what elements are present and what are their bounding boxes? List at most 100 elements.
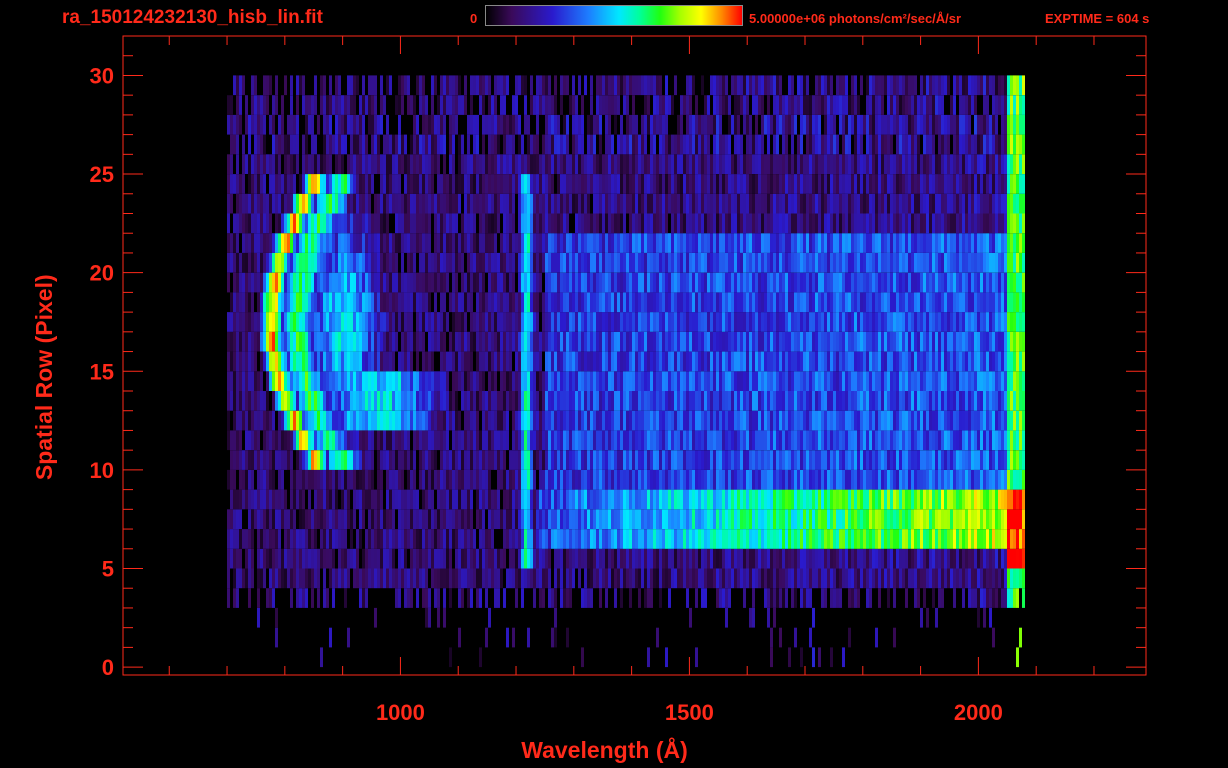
heatmap-cell	[800, 391, 803, 411]
heatmap-cell	[584, 509, 587, 529]
heatmap-cell	[518, 331, 521, 352]
heatmap-cell	[260, 489, 263, 510]
heatmap-cell	[779, 509, 782, 529]
heatmap-cell	[959, 509, 962, 529]
heatmap-cell	[947, 450, 950, 470]
heatmap-cell	[434, 233, 437, 253]
heatmap-cell	[929, 371, 932, 391]
heatmap-cell	[263, 410, 266, 431]
heatmap-cell	[335, 529, 338, 549]
heatmap-cell	[497, 430, 500, 451]
heatmap-cell	[374, 351, 377, 372]
heatmap-cell	[593, 529, 596, 549]
heatmap-cell	[641, 450, 644, 470]
heatmap-cell	[617, 469, 620, 490]
heatmap-cell	[926, 469, 929, 490]
heatmap-cell	[227, 391, 230, 411]
heatmap-cell	[599, 252, 602, 273]
heatmap-cell	[485, 292, 488, 313]
heatmap-cell	[674, 331, 677, 352]
heatmap-cell	[443, 312, 446, 332]
heatmap-cell	[800, 430, 803, 451]
heatmap-cell	[467, 292, 470, 313]
heatmap-cell	[350, 391, 353, 411]
heatmap-cell	[542, 233, 545, 253]
heatmap-cell	[695, 331, 698, 352]
heatmap-cell	[806, 371, 809, 391]
heatmap-cell	[776, 489, 779, 510]
heatmap-cell	[305, 450, 308, 470]
heatmap-cell	[665, 548, 668, 569]
heatmap-cell	[365, 391, 368, 411]
heatmap-cell	[692, 568, 695, 589]
heatmap-cell	[830, 430, 833, 451]
heatmap-cell	[590, 213, 593, 234]
heatmap-cell	[1022, 568, 1025, 589]
heatmap-cell	[842, 450, 845, 470]
heatmap-cell	[926, 529, 929, 549]
heatmap-cell	[515, 292, 518, 313]
heatmap-cell	[554, 529, 557, 549]
heatmap-cell	[287, 509, 290, 529]
heatmap-cell	[764, 529, 767, 549]
heatmap-cell	[869, 391, 872, 411]
heatmap-cell	[308, 371, 311, 391]
heatmap-cell	[728, 272, 731, 293]
heatmap-cell	[518, 489, 521, 510]
heatmap-cell	[878, 430, 881, 451]
heatmap-cell	[914, 371, 917, 391]
heatmap-cell	[416, 213, 419, 234]
heatmap-cell	[779, 331, 782, 352]
heatmap-cell	[779, 233, 782, 253]
heatmap-cell	[821, 509, 824, 529]
heatmap-cell	[854, 548, 857, 569]
heatmap-cell	[782, 252, 785, 273]
heatmap-cell	[599, 391, 602, 411]
heatmap-cell	[755, 529, 758, 549]
heatmap-cell	[791, 568, 794, 589]
heatmap-cell	[845, 391, 848, 411]
heatmap-cell	[746, 371, 749, 391]
heatmap-cell	[365, 450, 368, 470]
heatmap-cell	[395, 430, 398, 451]
heatmap-cell	[788, 529, 791, 549]
heatmap-cell	[710, 529, 713, 549]
heatmap-cell	[608, 292, 611, 313]
heatmap-cell	[866, 331, 869, 352]
heatmap-cell	[719, 450, 722, 470]
heatmap-cell	[578, 292, 581, 313]
heatmap-cell	[689, 469, 692, 490]
heatmap-cell	[857, 371, 860, 391]
heatmap-cell	[638, 489, 641, 510]
heatmap-cell	[914, 548, 917, 569]
heatmap-cell	[425, 450, 428, 470]
heatmap-cell	[776, 312, 779, 332]
heatmap-cell	[770, 509, 773, 529]
heatmap-cell	[503, 469, 506, 490]
heatmap-cell	[722, 252, 725, 273]
heatmap-cell	[671, 272, 674, 293]
heatmap-cell	[299, 331, 302, 352]
heatmap-cell	[944, 371, 947, 391]
heatmap-cell	[356, 252, 359, 273]
heatmap-cell	[359, 272, 362, 293]
heatmap-cell	[917, 233, 920, 253]
heatmap-cell	[509, 489, 512, 510]
heatmap-cell	[749, 331, 752, 352]
heatmap-cell	[713, 489, 716, 510]
heatmap-cell	[872, 292, 875, 313]
heatmap-cell	[563, 469, 566, 490]
heatmap-cell	[767, 548, 770, 569]
heatmap-cell	[284, 391, 287, 411]
heatmap-cell	[1022, 371, 1025, 391]
heatmap-cell	[809, 509, 812, 529]
heatmap-cell	[422, 529, 425, 549]
heatmap-cell	[386, 292, 389, 313]
heatmap-cell	[290, 292, 293, 313]
heatmap-cell	[950, 292, 953, 313]
heatmap-cell	[629, 292, 632, 313]
heatmap-cell	[398, 410, 401, 431]
heatmap-cell	[719, 489, 722, 510]
heatmap-cell	[239, 548, 242, 569]
heatmap-cell	[779, 529, 782, 549]
